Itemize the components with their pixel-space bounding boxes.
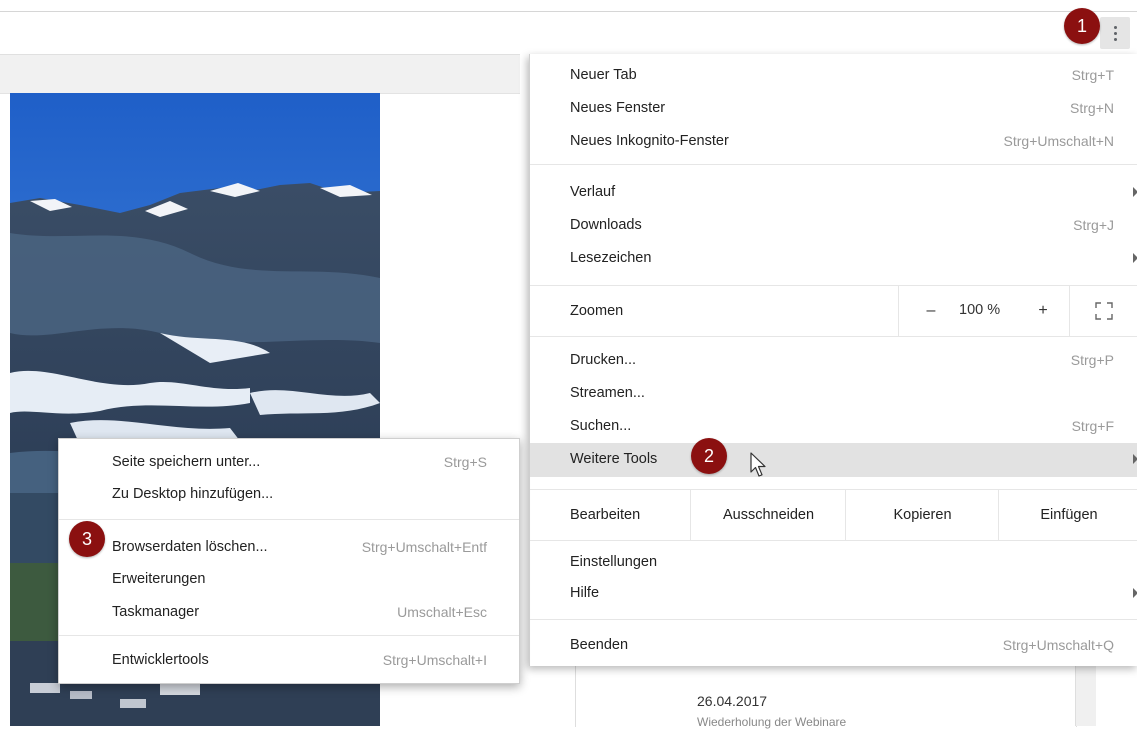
zoom-controls: – 100 % + <box>898 286 1137 336</box>
submenu-item-shortcut: Strg+S <box>443 454 487 470</box>
menu-item-label: Lesezeichen <box>570 250 652 266</box>
submenu-item-label: Seite speichern unter... <box>112 454 261 470</box>
browser-toolbar <box>0 0 1137 54</box>
menu-item-new-tab[interactable]: Neuer Tab Strg+T <box>530 59 1137 93</box>
menu-item-label: Drucken... <box>570 352 637 368</box>
menu-item-new-window[interactable]: Neues Fenster Strg+N <box>530 92 1137 126</box>
menu-item-label: Weitere Tools <box>570 451 658 467</box>
more-tools-submenu: Seite speichern unter... Strg+S Zu Deskt… <box>58 438 520 684</box>
step-badge-2: 2 <box>691 438 727 474</box>
menu-item-shortcut: Strg+J <box>1073 217 1114 233</box>
zoom-label: Zoomen <box>570 303 624 319</box>
submenu-item-shortcut: Umschalt+Esc <box>397 604 487 620</box>
menu-item-shortcut: Strg+F <box>1071 418 1114 434</box>
submenu-item-task-manager[interactable]: Taskmanager Umschalt+Esc <box>59 598 519 628</box>
edit-label: Bearbeiten <box>570 507 641 523</box>
menu-edit-row: Bearbeiten Ausschneiden Kopieren Einfüge… <box>530 489 1137 541</box>
submenu-item-extensions[interactable]: Erweiterungen <box>59 565 519 595</box>
menu-item-shortcut: Strg+T <box>1071 67 1114 83</box>
menu-divider <box>530 164 1137 165</box>
menu-zoom-row: Zoomen – 100 % + <box>530 286 1137 336</box>
menu-divider <box>530 619 1137 620</box>
menu-item-more-tools[interactable]: Weitere Tools <box>530 443 1137 477</box>
menu-item-shortcut: Strg+Umschalt+Q <box>1002 637 1114 653</box>
menu-item-label: Downloads <box>570 217 642 233</box>
paste-button[interactable]: Einfügen <box>998 490 1137 540</box>
menu-item-label: Hilfe <box>570 585 600 601</box>
menu-item-shortcut: Strg+P <box>1070 352 1114 368</box>
submenu-item-save-page[interactable]: Seite speichern unter... Strg+S <box>59 448 519 478</box>
fullscreen-icon <box>1095 302 1113 320</box>
cut-button[interactable]: Ausschneiden <box>690 490 846 540</box>
webinar-subtitle: Wiederholung der Webinare <box>697 715 847 729</box>
menu-item-settings[interactable]: Einstellungen <box>530 546 1137 580</box>
menu-item-shortcut: Strg+N <box>1070 100 1114 116</box>
menu-item-label: Streamen... <box>570 385 645 401</box>
menu-item-label: Einstellungen <box>570 554 658 570</box>
copy-button[interactable]: Kopieren <box>845 490 999 540</box>
menu-item-label: Verlauf <box>570 184 616 200</box>
kebab-menu-icon <box>1113 25 1117 29</box>
zoom-level: 100 % <box>959 302 1001 318</box>
webinar-date: 26.04.2017 <box>697 693 768 709</box>
submenu-item-developer-tools[interactable]: Entwicklertools Strg+Umschalt+I <box>59 646 519 676</box>
chrome-main-menu: Neuer Tab Strg+T Neues Fenster Strg+N Ne… <box>529 54 1137 666</box>
fullscreen-button[interactable] <box>1069 286 1137 336</box>
menu-item-downloads[interactable]: Downloads Strg+J <box>530 209 1137 243</box>
menu-item-label: Neues Fenster <box>570 100 666 116</box>
submenu-arrow-icon <box>1133 454 1137 464</box>
menu-item-label: Neuer Tab <box>570 67 637 83</box>
menu-item-quit[interactable]: Beenden Strg+Umschalt+Q <box>530 629 1137 663</box>
submenu-item-label: Browserdaten löschen... <box>112 539 268 555</box>
submenu-item-label: Taskmanager <box>112 604 200 620</box>
menu-item-print[interactable]: Drucken... Strg+P <box>530 344 1137 378</box>
card-scrollbar[interactable] <box>1075 665 1096 726</box>
zoom-out-button[interactable]: – <box>919 298 943 324</box>
page-header-strip <box>0 54 520 94</box>
step-badge-3: 3 <box>69 521 105 557</box>
menu-item-bookmarks[interactable]: Lesezeichen <box>530 242 1137 276</box>
submenu-item-clear-browsing-data[interactable]: Browserdaten löschen... Strg+Umschalt+En… <box>59 533 519 563</box>
submenu-item-add-to-desktop[interactable]: Zu Desktop hinzufügen... <box>59 480 519 510</box>
menu-item-cast[interactable]: Streamen... <box>530 377 1137 411</box>
submenu-item-label: Erweiterungen <box>112 571 206 587</box>
submenu-arrow-icon <box>1133 588 1137 598</box>
menu-item-help[interactable]: Hilfe <box>530 577 1137 611</box>
menu-item-label: Suchen... <box>570 418 632 434</box>
menu-item-label: Beenden <box>570 637 629 653</box>
menu-item-new-incognito-window[interactable]: Neues Inkognito-Fenster Strg+Umschalt+N <box>530 125 1137 159</box>
step-badge-1: 1 <box>1064 8 1100 44</box>
toolbar-divider <box>0 11 1137 12</box>
zoom-in-button[interactable]: + <box>1031 298 1055 324</box>
chrome-menu-button[interactable] <box>1100 17 1130 49</box>
menu-item-label: Neues Inkognito-Fenster <box>570 133 729 149</box>
mouse-cursor-icon <box>750 452 766 477</box>
menu-item-shortcut: Strg+Umschalt+N <box>1003 133 1114 149</box>
submenu-item-shortcut: Strg+Umschalt+Entf <box>361 539 487 555</box>
submenu-item-shortcut: Strg+Umschalt+I <box>382 652 487 668</box>
submenu-divider <box>59 519 519 520</box>
menu-item-find[interactable]: Suchen... Strg+F <box>530 410 1137 444</box>
submenu-arrow-icon <box>1133 253 1137 263</box>
menu-item-history[interactable]: Verlauf <box>530 176 1137 210</box>
submenu-item-label: Zu Desktop hinzufügen... <box>112 486 274 502</box>
submenu-arrow-icon <box>1133 187 1137 197</box>
submenu-divider <box>59 635 519 636</box>
submenu-item-label: Entwicklertools <box>112 652 209 668</box>
menu-divider <box>530 336 1137 337</box>
